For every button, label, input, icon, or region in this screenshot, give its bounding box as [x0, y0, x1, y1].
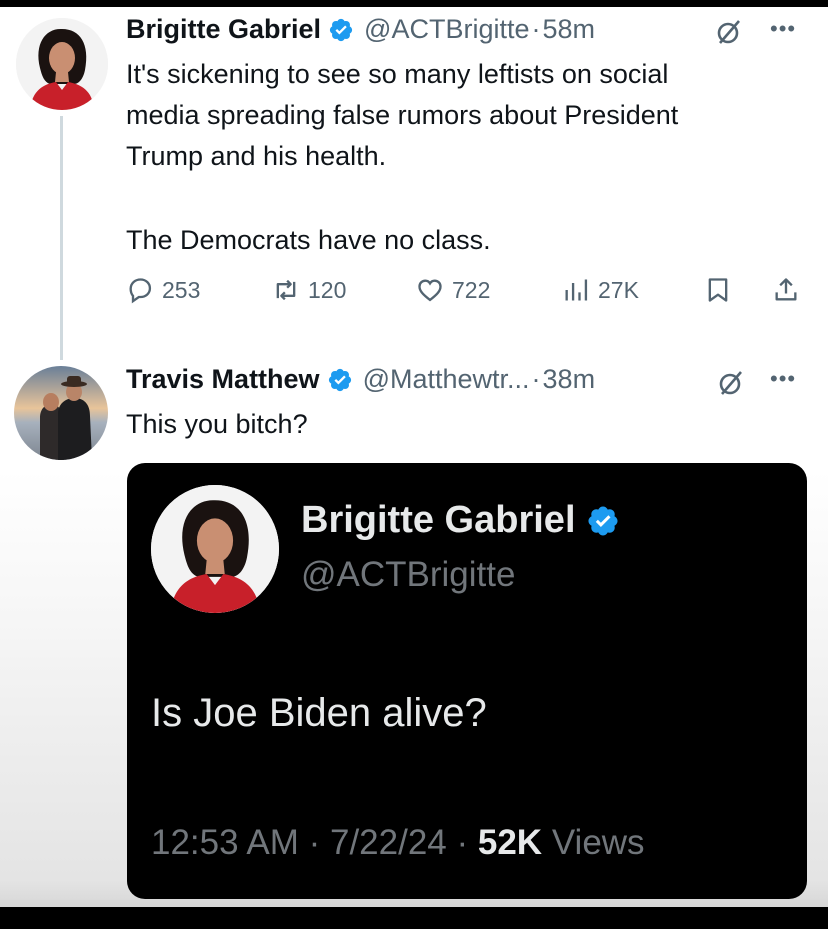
views-count: 27K [598, 276, 639, 303]
embed-author-name: Brigitte Gabriel [301, 499, 620, 542]
tweet2-timestamp[interactable]: 38m [543, 364, 596, 395]
bottom-border [0, 907, 828, 929]
reply-count: 253 [162, 276, 201, 303]
like-count: 722 [452, 276, 491, 303]
share-icon [775, 278, 797, 301]
tweet1-header: Brigitte Gabriel @ACTBrigitte · 58m [126, 14, 595, 45]
embed-views-label: Views [551, 823, 645, 862]
tweet1-author-name[interactable]: Brigitte Gabriel [126, 14, 321, 45]
tweet2-author-name[interactable]: Travis Matthew [126, 364, 320, 395]
embed-handle: @ACTBrigitte [301, 555, 516, 594]
tweet2-text: This you bitch? [126, 409, 308, 439]
tweet1-line: media spreading false rumors about Presi… [126, 100, 679, 130]
embed-timestamp: 12:53 AM · 7/22/24 · [151, 823, 478, 862]
tweet1-handle[interactable]: @ACTBrigitte [364, 14, 529, 45]
repost-button[interactable]: 120 [272, 276, 346, 304]
repost-count: 120 [308, 276, 347, 303]
tweet1-text: It's sickening to see so many leftists o… [126, 54, 678, 177]
verified-badge-icon [327, 367, 353, 393]
tweet-thread-screenshot: Brigitte Gabriel @ACTBrigitte · 58m ••• … [0, 0, 828, 929]
grok-icon[interactable] [716, 19, 742, 45]
tweet1-separator: · [531, 14, 541, 44]
top-border [0, 0, 828, 7]
embed-avatar [151, 485, 279, 613]
tweet2-separator: · [531, 364, 541, 394]
verified-badge-icon [328, 17, 354, 43]
avatar-travis[interactable] [14, 366, 108, 460]
more-options-icon[interactable]: ••• [770, 366, 796, 392]
thread-connector-line [60, 116, 63, 360]
share-button[interactable] [772, 276, 808, 304]
embed-meta: 12:53 AM · 7/22/24 · 52K Views [151, 823, 645, 863]
repost-icon [276, 279, 296, 301]
like-button[interactable]: 722 [416, 276, 490, 304]
embed-tweet-text: Is Joe Biden alive? [151, 691, 487, 735]
embedded-tweet-image[interactable]: Brigitte Gabriel @ACTBrigitte Is Joe Bid… [127, 463, 807, 899]
views-button[interactable]: 27K [562, 276, 639, 304]
bookmark-icon [708, 278, 728, 302]
verified-badge-icon [587, 505, 618, 536]
tweet1-text-paragraph2: The Democrats have no class. [126, 225, 491, 255]
tweet2-handle[interactable]: @Matthewtr... [363, 364, 530, 395]
embed-views-count: 52K [477, 823, 543, 862]
tweet1-action-bar: 253 120 722 27K [126, 276, 806, 316]
grok-icon[interactable] [718, 370, 744, 396]
avatar-brigitte[interactable] [16, 18, 108, 110]
tweet1-line: Trump and his health. [126, 141, 387, 171]
views-icon [565, 279, 588, 301]
more-options-icon[interactable]: ••• [770, 16, 796, 42]
tweet2-header: Travis Matthew @Matthewtr... · 38m [126, 364, 595, 395]
bookmark-button[interactable] [704, 276, 740, 304]
tweet1-line: It's sickening to see so many leftists o… [126, 59, 669, 89]
like-icon [418, 279, 442, 302]
tweet1-timestamp[interactable]: 58m [543, 14, 596, 45]
reply-icon [129, 278, 152, 304]
reply-button[interactable]: 253 [126, 276, 200, 304]
embed-author-name-text: Brigitte Gabriel [301, 499, 576, 541]
